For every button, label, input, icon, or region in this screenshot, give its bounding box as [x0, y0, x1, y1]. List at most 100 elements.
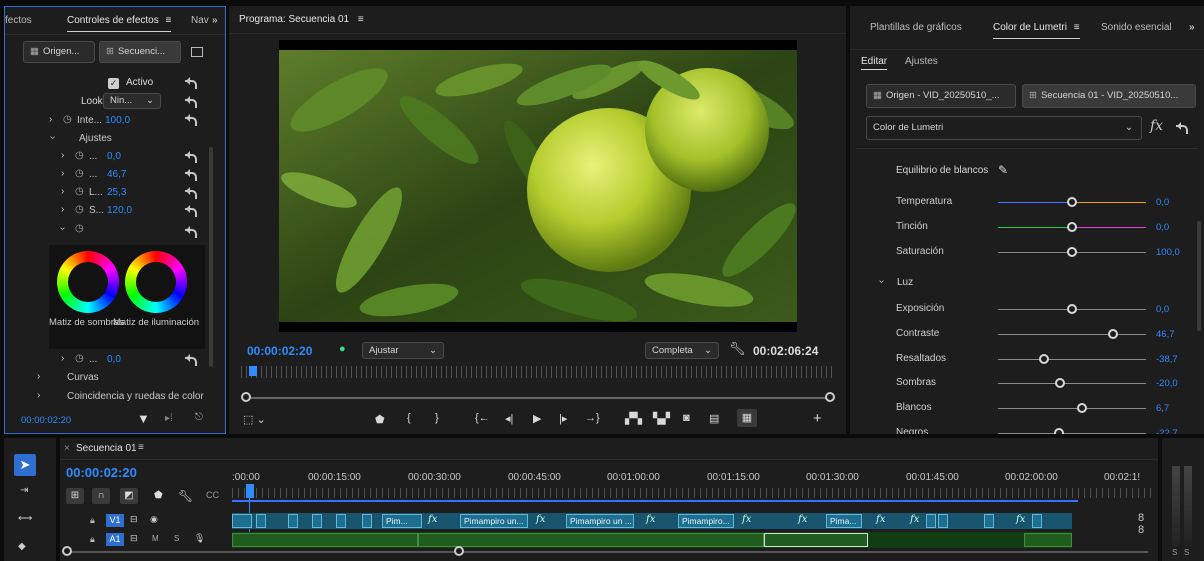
go-to-out-icon[interactable]: →} [585, 412, 600, 424]
slider-knob[interactable] [1038, 353, 1049, 364]
video-frame[interactable] [279, 40, 797, 332]
comparison-view-icon[interactable]: ▤ [709, 412, 719, 425]
intensity-value[interactable]: 100,0 [105, 115, 130, 126]
reset-icon[interactable] [185, 77, 197, 89]
mark-out-icon[interactable]: } [435, 412, 439, 424]
slider-5[interactable]: Blancos 6,7 [850, 397, 1190, 421]
adjust-value[interactable]: 0,0 [107, 151, 121, 162]
audio-track[interactable] [232, 532, 1072, 548]
meter-solo-left[interactable]: S [1172, 548, 1177, 557]
adjust-value[interactable]: 120,0 [107, 205, 132, 216]
tab-sequence[interactable]: Secuencia 01 [76, 443, 137, 454]
selection-tool-icon[interactable]: ➤ [14, 454, 36, 476]
slider-knob[interactable] [1055, 378, 1066, 389]
track-height-icon[interactable]: 88 [1138, 512, 1146, 546]
tab-effects[interactable]: fectos [5, 7, 32, 38]
go-to-in-icon[interactable]: {← [475, 412, 490, 424]
audio-clip[interactable] [418, 533, 764, 547]
lumetri-effect-select[interactable]: Color de Lumetri ⌄ [866, 116, 1142, 140]
captions-icon[interactable]: CC [206, 490, 219, 500]
marker-icon[interactable]: ⬟ [154, 490, 163, 501]
stopwatch-icon[interactable]: ◷ [75, 223, 84, 234]
lock-icon[interactable]: 🔒︎ [90, 534, 95, 545]
reset-icon[interactable] [185, 354, 197, 366]
tab-lumetri-color[interactable]: Color de Lumetri ≡ [993, 11, 1080, 45]
video-clip[interactable]: Pimampiro un... [460, 514, 528, 528]
panel-menu-icon[interactable]: ≡ [138, 442, 144, 453]
slider-saturation[interactable]: Saturación 100,0 [850, 241, 1190, 265]
ripple-edit-icon[interactable]: ⟷ [18, 513, 32, 524]
slider-value[interactable]: -20,0 [1156, 378, 1178, 389]
video-clip[interactable] [926, 514, 936, 528]
sync-lock-icon[interactable]: ⊟ [130, 533, 138, 544]
play-icon[interactable]: ▶ [533, 412, 541, 425]
safe-margins-icon[interactable]: ⬚ ⌄ [243, 413, 266, 426]
reset-icon[interactable] [185, 226, 197, 238]
chevron-right-icon[interactable]: › [61, 168, 64, 179]
slider-2[interactable]: Contraste 46,7 [850, 323, 1190, 347]
scrollbar[interactable] [1197, 221, 1201, 331]
video-clip[interactable] [362, 514, 372, 528]
stopwatch-icon[interactable]: ◷ [75, 150, 84, 161]
slider-knob[interactable] [1053, 428, 1064, 434]
video-clip[interactable] [232, 514, 252, 528]
wrench-icon[interactable]: 🔧︎ [729, 341, 746, 357]
reset-icon[interactable] [185, 151, 197, 163]
mute-button[interactable]: M [152, 534, 159, 543]
chevron-down-icon[interactable]: › [876, 280, 887, 283]
slider-value[interactable]: -38,7 [1156, 354, 1178, 365]
razor-tool-icon[interactable]: ◆ [18, 541, 26, 552]
playhead[interactable] [246, 484, 254, 498]
chevron-right-icon[interactable]: › [37, 371, 40, 382]
sync-lock-icon[interactable]: ⊟ [130, 514, 138, 525]
filter-icon[interactable]: ▼ [137, 411, 150, 426]
reset-icon[interactable] [185, 187, 197, 199]
export-icon[interactable]: ⎋ [195, 412, 203, 423]
mark-in-icon[interactable]: { [407, 412, 411, 424]
track-select-icon[interactable]: ⇥ [20, 485, 28, 496]
step-forward-icon[interactable]: |▸ [559, 412, 567, 425]
lift-icon[interactable]: ▞▚ [625, 412, 642, 425]
zoom-handle-right[interactable] [825, 392, 835, 402]
timeline-scrollbar[interactable] [68, 551, 1148, 553]
video-track[interactable]: Pim... Pimampiro un... Pimampiro un ... … [232, 513, 1072, 529]
source-clip-button[interactable]: ▦ Origen... [23, 41, 95, 63]
slider-knob[interactable] [1067, 304, 1077, 314]
extract-icon[interactable]: ▚▞ [653, 412, 670, 425]
eyedropper-icon[interactable]: ✎ [998, 163, 1008, 177]
overlay-toggle-icon[interactable]: ▦ [737, 409, 757, 427]
snap-icon[interactable]: ∩ [92, 488, 110, 504]
slider-4[interactable]: Sombras -20,0 [850, 372, 1190, 396]
slider-1[interactable]: Exposición 0,0 [850, 298, 1190, 322]
wrench-icon[interactable]: 🔧︎ [178, 489, 193, 503]
scrollbar[interactable] [209, 147, 213, 367]
scroll-handle-right[interactable] [454, 546, 464, 556]
program-timecode[interactable]: 00:00:02:20 [247, 344, 312, 358]
sequence-clip-button[interactable]: ⊞ Secuenci... [99, 41, 181, 63]
work-area-bar[interactable] [232, 500, 1078, 502]
effect-controls-timecode[interactable]: 00:00:02:20 [21, 415, 71, 426]
panel-menu-icon[interactable]: ≡ [166, 15, 172, 26]
slider-knob[interactable] [1067, 222, 1077, 232]
chevron-right-icon[interactable]: › [61, 204, 64, 215]
step-back-icon[interactable]: ◂| [505, 412, 513, 425]
shadow-hue-wheel[interactable] [57, 251, 119, 313]
audio-clip[interactable] [232, 533, 418, 547]
stopwatch-icon[interactable]: ◷ [75, 204, 84, 215]
chevron-down-icon[interactable]: › [47, 136, 58, 139]
fit-select[interactable]: Ajustar ⌄ [362, 342, 444, 359]
meter-solo-right[interactable]: S [1184, 548, 1189, 557]
stopwatch-icon[interactable]: ◷ [63, 114, 72, 125]
slider-value[interactable]: 0,0 [1156, 222, 1169, 233]
eye-icon[interactable]: ◉ [150, 514, 158, 525]
slider-temperature[interactable]: Temperatura 0,0 [850, 191, 1190, 215]
timeline-ruler[interactable]: :00:00 00:00:15:00 00:00:30:00 00:00:45:… [232, 472, 1152, 484]
reset-icon[interactable] [185, 114, 197, 126]
slider-knob[interactable] [1067, 197, 1077, 207]
v1-target[interactable]: V1 [106, 514, 124, 527]
video-clip[interactable]: Pimampiro... [678, 514, 734, 528]
reset-icon[interactable] [185, 205, 197, 217]
highlight-hue-wheel[interactable] [125, 251, 187, 313]
tab-graphics-templates[interactable]: Plantillas de gráficos [870, 11, 962, 45]
audio-clip[interactable] [1024, 533, 1072, 547]
